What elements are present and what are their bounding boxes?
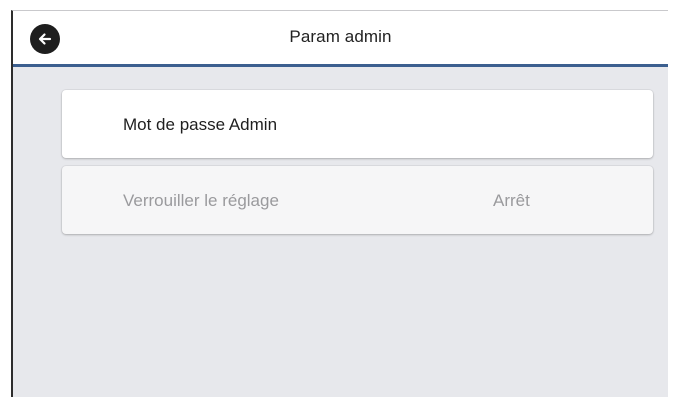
page-title: Param admin <box>289 27 392 46</box>
lock-setting-button[interactable]: Verrouiller le réglage Arrêt <box>62 166 653 234</box>
admin-password-button[interactable]: Mot de passe Admin <box>62 90 653 158</box>
lock-setting-label: Verrouiller le réglage <box>123 191 279 210</box>
printer-panel-screen: Param admin Mot de passe Admin Verrouill… <box>11 10 668 397</box>
lock-setting-value: Arrêt <box>493 191 530 210</box>
admin-password-label: Mot de passe Admin <box>123 115 278 134</box>
header-bar: Param admin <box>13 11 668 67</box>
